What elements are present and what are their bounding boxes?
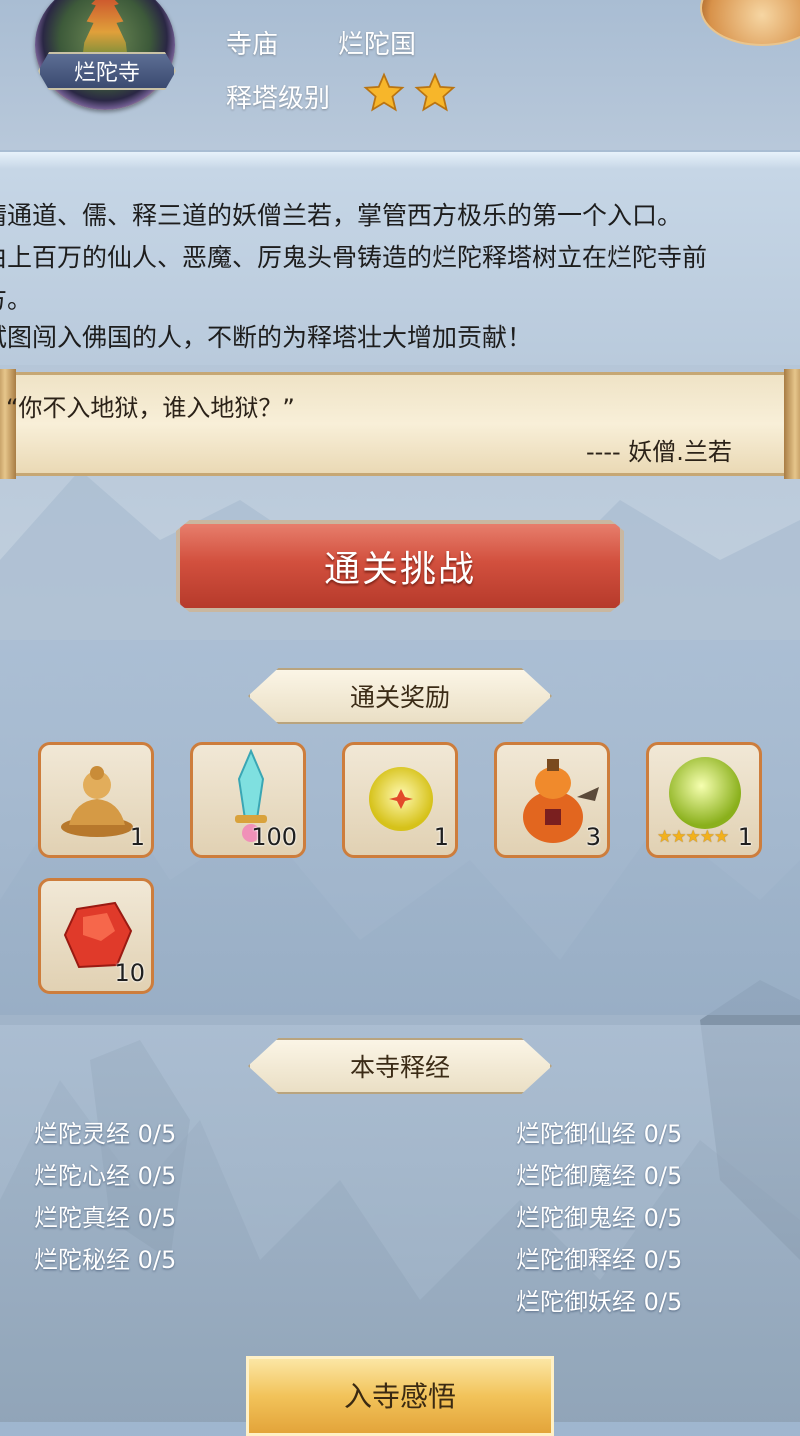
description-line-2: 由上百万的仙人、恶魔、厉鬼头骨铸造的烂陀释塔树立在烂陀寺前 [0,243,708,272]
golden-orb-icon [369,767,433,831]
description-line-1: 精通道、儒、释三道的妖僧兰若，掌管西方极乐的第一个入口。 [0,201,683,230]
scripture-title-badge: 本寺释经 [248,1038,552,1094]
reward-count: 1 [737,823,753,851]
kingdom-name: 烂陀国 [338,30,417,60]
quote-text: “你不入地狱，谁入地狱？” [6,394,295,422]
rarity-stars: ★★★★★ [657,827,729,847]
reward-count: 100 [251,823,297,851]
scripture-item: 烂陀真经 0/5 [34,1204,177,1232]
temple-type-label: 寺庙 [226,30,279,60]
scripture-item: 烂陀御释经 0/5 [516,1246,683,1274]
temple-emblem[interactable]: 烂陀寺 [20,0,190,130]
quote-attribution: ---- 妖僧.兰若 [586,438,732,466]
reward-slot[interactable]: ★★★★★ 1 [646,742,762,858]
rewards-title: 通关奖励 [349,683,450,712]
scripture-item: 烂陀御妖经 0/5 [516,1288,683,1316]
green-pearl-icon [669,757,741,829]
scripture-title: 本寺释经 [349,1053,450,1082]
scroll-end-right [784,369,800,479]
reward-slot[interactable]: 3 [494,742,610,858]
reward-count: 3 [585,823,601,851]
temple-name: 烂陀寺 [73,61,140,86]
star-icon [363,72,405,112]
scroll-end-left [0,369,16,479]
reward-slot[interactable]: 10 [38,878,154,994]
reward-count: 1 [129,823,145,851]
scripture-item: 烂陀秘经 0/5 [34,1246,177,1274]
reward-slot[interactable]: 1 [38,742,154,858]
challenge-button[interactable]: 通关挑战 [176,520,624,612]
enter-temple-button[interactable]: 入寺感悟 [246,1356,554,1436]
tower-level-label: 释塔级别 [226,84,331,114]
scripture-item: 烂陀心经 0/5 [34,1162,177,1190]
description-line-4: 试图闯入佛国的人，不断的为释塔壮大增加贡献！ [0,323,533,352]
scripture-item: 烂陀御鬼经 0/5 [516,1204,683,1232]
reward-slot[interactable]: 100 [190,742,306,858]
description-line-3: 方。 [0,285,33,314]
scripture-item: 烂陀御魔经 0/5 [516,1162,683,1190]
star-icon [414,72,456,112]
reward-count: 1 [433,823,449,851]
reward-count: 10 [114,959,145,987]
scripture-item: 烂陀御仙经 0/5 [516,1120,683,1148]
scripture-item: 烂陀灵经 0/5 [34,1120,177,1148]
temple-name-banner: 烂陀寺 [38,52,176,90]
reward-slot[interactable]: 1 [342,742,458,858]
rewards-title-badge: 通关奖励 [248,668,552,724]
buddha-statue-icon [61,766,133,837]
